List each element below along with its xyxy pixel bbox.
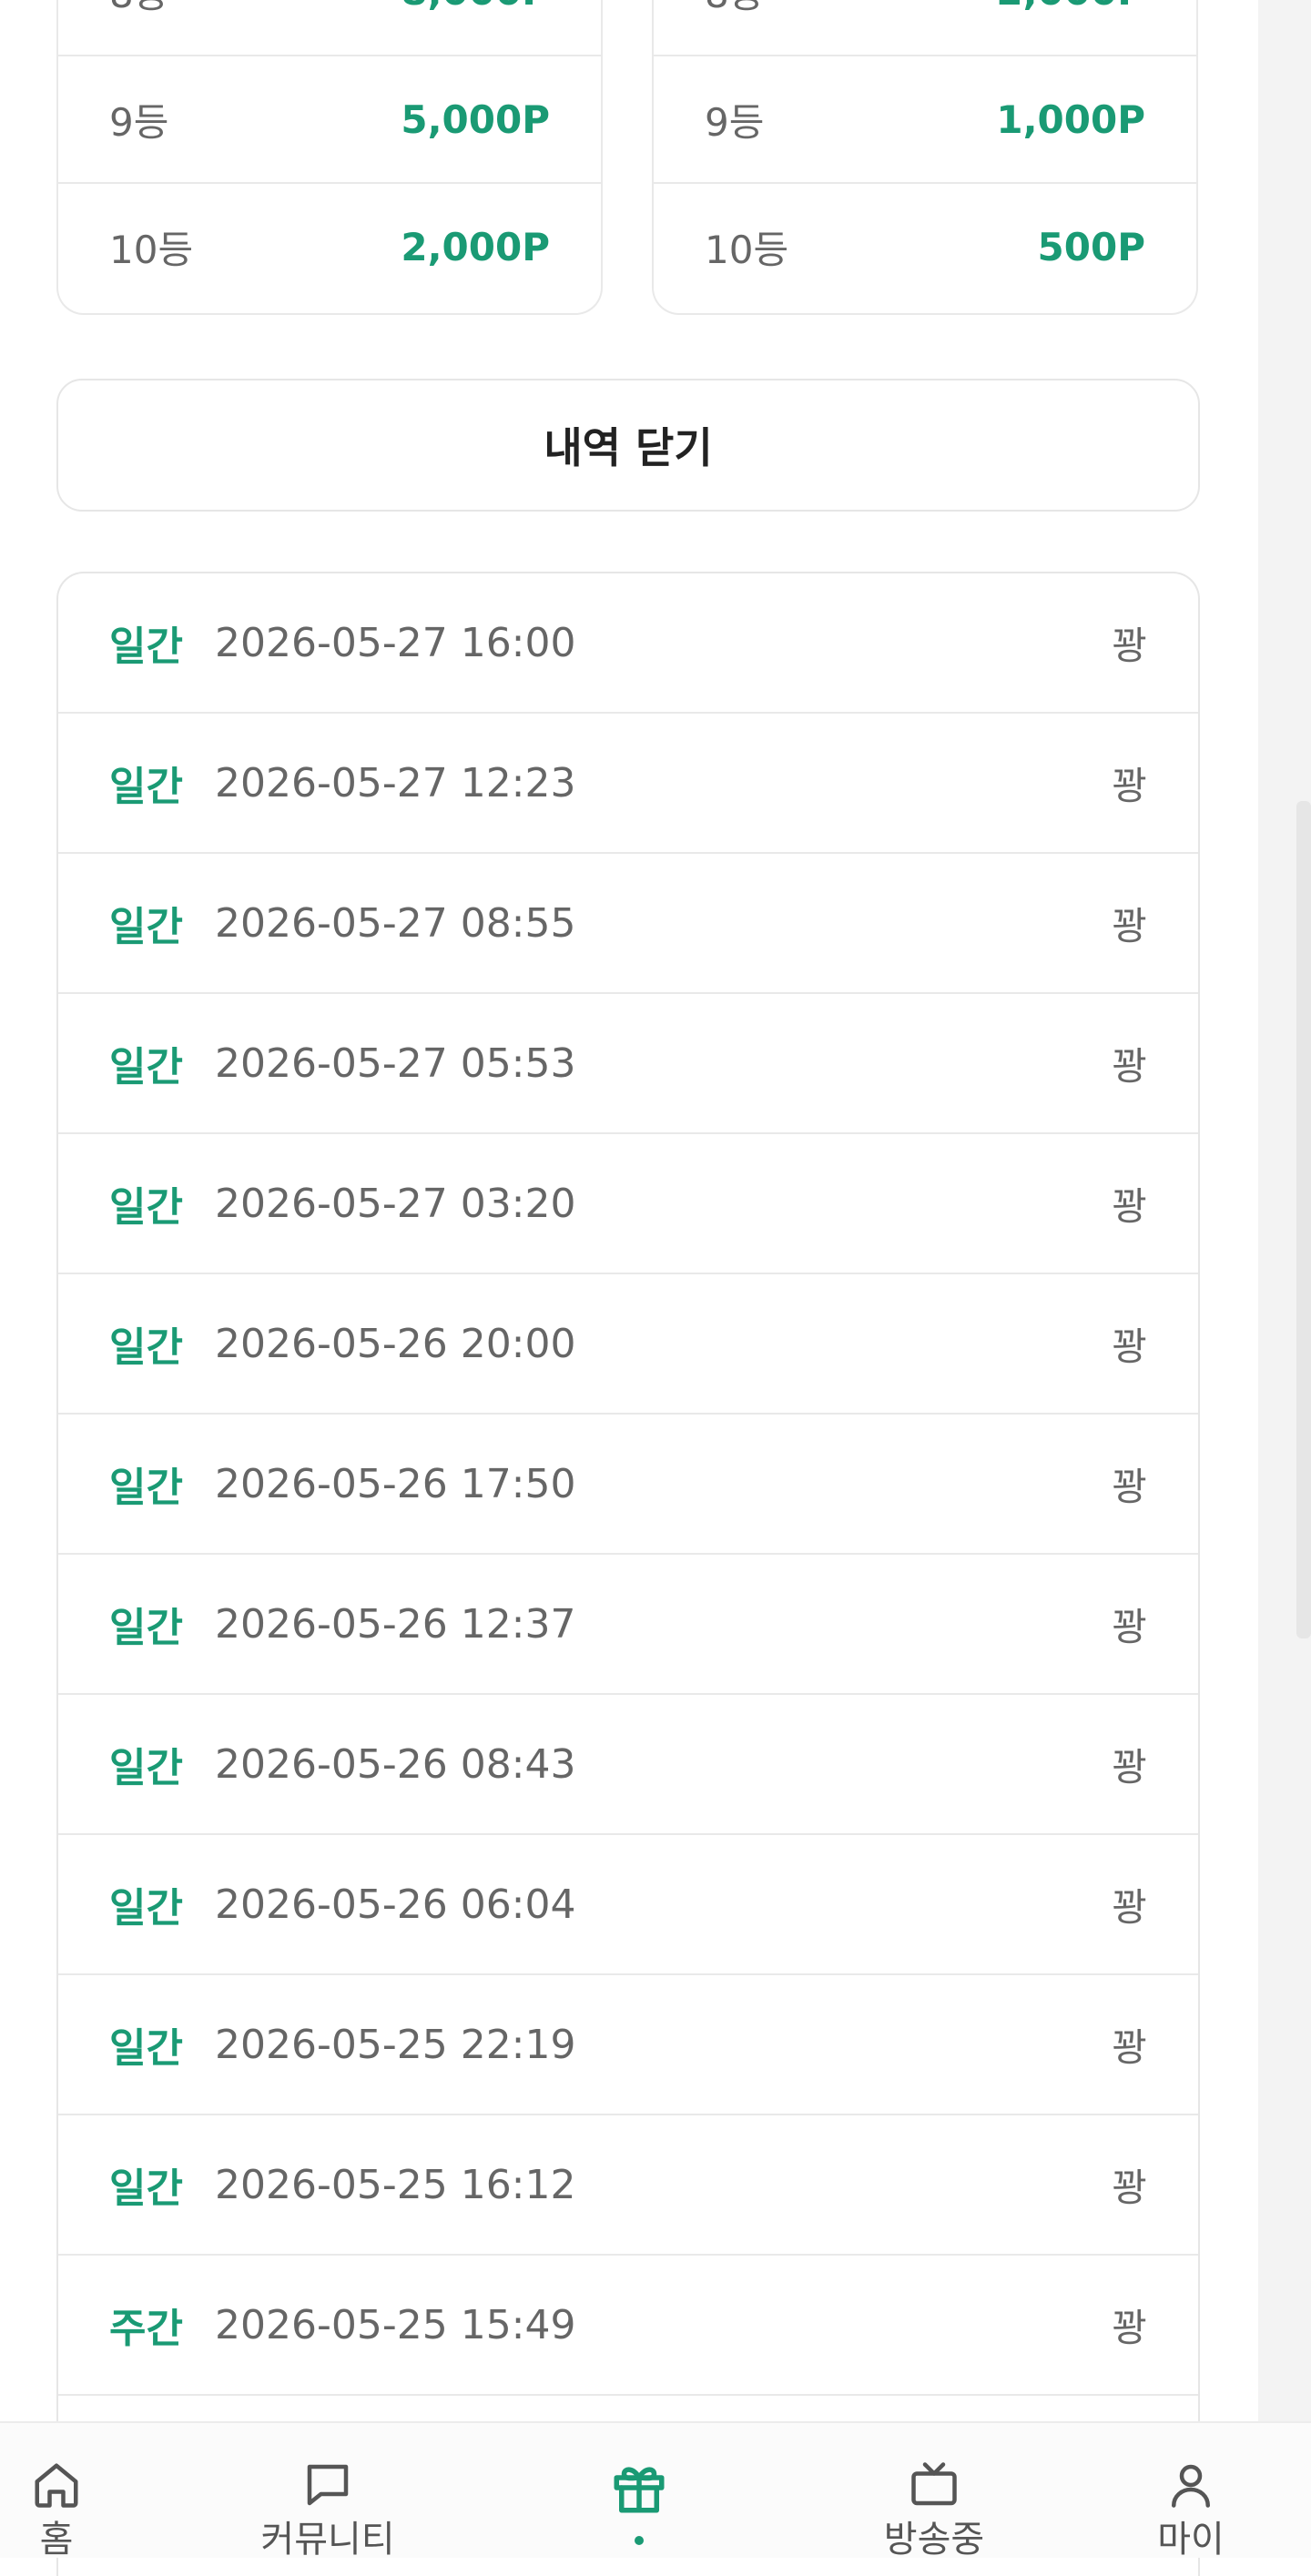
history-result: 꽝 xyxy=(1112,2305,1147,2350)
prize-row-9: 9등 1,000P xyxy=(654,55,1196,182)
prize-rank: 9등 xyxy=(109,99,169,145)
prize-table-left: 8등 8,000P 9등 5,000P 10등 2,000P xyxy=(56,0,603,315)
history-result: 꽝 xyxy=(1112,1744,1147,1790)
history-datetime: 2026-05-26 17:50 xyxy=(215,1460,576,1507)
history-datetime: 2026-05-26 06:04 xyxy=(215,1881,576,1928)
history-datetime: 2026-05-27 16:00 xyxy=(215,619,576,666)
scrollbar-thumb[interactable] xyxy=(1296,801,1311,1638)
history-type: 일간 xyxy=(109,1184,183,1231)
history-row: 일간 2026-05-26 08:43 꽝 xyxy=(58,1695,1198,1835)
history-row: 주간 2026-05-25 15:49 꽝 xyxy=(58,2256,1198,2396)
history-result: 꽝 xyxy=(1112,1323,1147,1369)
nav-label-community: 커뮤니티 xyxy=(260,2519,395,2561)
history-result: 꽝 xyxy=(1112,2024,1147,2070)
prize-rank: 10등 xyxy=(109,227,194,272)
prize-row-10: 10등 2,000P xyxy=(58,182,601,309)
prize-row-10: 10등 500P xyxy=(654,182,1196,309)
prize-points: 5,000P xyxy=(401,96,550,142)
nav-my[interactable]: 마이 xyxy=(1109,2423,1273,2558)
prize-row-8: 8등 2,000P xyxy=(654,0,1196,55)
prize-table-right: 8등 2,000P 9등 1,000P 10등 500P xyxy=(652,0,1198,315)
history-type: 일간 xyxy=(109,764,183,810)
history-result: 꽝 xyxy=(1112,1604,1147,1649)
prize-points: 1,000P xyxy=(996,96,1145,142)
nav-community[interactable]: 커뮤니티 xyxy=(246,2423,410,2558)
history-type: 일간 xyxy=(109,904,183,950)
prize-rank: 8등 xyxy=(705,0,764,19)
prize-points: 2,000P xyxy=(996,0,1145,14)
history-type: 일간 xyxy=(109,1745,183,1791)
nav-live[interactable]: 방송중 xyxy=(852,2423,1016,2558)
history-datetime: 2026-05-27 03:20 xyxy=(215,1180,576,1227)
tv-icon xyxy=(911,2462,957,2506)
history-type: 일간 xyxy=(109,1044,183,1090)
prize-points: 8,000P xyxy=(401,0,550,14)
history-datetime: 2026-05-25 16:12 xyxy=(215,2161,576,2208)
history-row: 일간 2026-05-27 03:20 꽝 xyxy=(58,1134,1198,1274)
history-type: 일간 xyxy=(109,2165,183,2212)
prize-rank: 10등 xyxy=(705,227,789,272)
history-row: 일간 2026-05-27 12:23 꽝 xyxy=(58,714,1198,854)
history-datetime: 2026-05-25 15:49 xyxy=(215,2301,576,2348)
history-row: 일간 2026-05-27 05:53 꽝 xyxy=(58,994,1198,1134)
history-row: 일간 2026-05-25 22:19 꽝 xyxy=(58,1975,1198,2115)
history-result: 꽝 xyxy=(1112,1183,1147,1229)
active-indicator-dot xyxy=(635,2536,644,2545)
bottom-navigation: 홈 커뮤니티 방송중 마이 xyxy=(0,2421,1311,2558)
history-type: 주간 xyxy=(109,2306,183,2352)
nav-gift[interactable] xyxy=(557,2423,721,2558)
history-result: 꽝 xyxy=(1112,623,1147,668)
history-result: 꽝 xyxy=(1112,903,1147,948)
history-type: 일간 xyxy=(109,1605,183,1651)
history-result: 꽝 xyxy=(1112,1043,1147,1089)
close-history-button[interactable]: 내역 닫기 xyxy=(56,379,1200,512)
history-type: 일간 xyxy=(109,1324,183,1371)
history-row: 일간 2026-05-27 08:55 꽝 xyxy=(58,854,1198,994)
prize-rank: 8등 xyxy=(109,0,168,19)
nav-label-home: 홈 xyxy=(39,2519,74,2561)
user-icon xyxy=(1172,2464,1210,2508)
home-icon xyxy=(35,2463,78,2508)
history-row: 일간 2026-05-27 16:00 꽝 xyxy=(58,573,1198,714)
history-datetime: 2026-05-25 22:19 xyxy=(215,2021,576,2068)
prize-row-8: 8등 8,000P xyxy=(58,0,601,55)
nav-label-live: 방송중 xyxy=(883,2519,985,2561)
prize-rank: 9등 xyxy=(705,99,765,145)
history-datetime: 2026-05-27 05:53 xyxy=(215,1040,576,1087)
nav-label-my: 마이 xyxy=(1157,2519,1225,2561)
history-type: 일간 xyxy=(109,1885,183,1932)
history-row: 일간 2026-05-26 06:04 꽝 xyxy=(58,1835,1198,1975)
prize-points: 2,000P xyxy=(401,224,550,269)
page-content: 8등 8,000P 9등 5,000P 10등 2,000P 8등 2,000P… xyxy=(0,0,1258,2576)
history-type: 일간 xyxy=(109,2025,183,2072)
history-datetime: 2026-05-27 08:55 xyxy=(215,899,576,947)
history-result: 꽝 xyxy=(1112,763,1147,808)
history-type: 일간 xyxy=(109,624,183,670)
prize-row-9: 9등 5,000P xyxy=(58,55,601,182)
nav-home[interactable]: 홈 xyxy=(0,2423,138,2558)
draw-history-list: 일간 2026-05-27 16:00 꽝 일간 2026-05-27 12:2… xyxy=(56,572,1200,2576)
history-row: 일간 2026-05-26 20:00 꽝 xyxy=(58,1274,1198,1415)
history-row: 일간 2026-05-26 12:37 꽝 xyxy=(58,1555,1198,1695)
prize-points: 500P xyxy=(1037,224,1145,269)
history-datetime: 2026-05-27 12:23 xyxy=(215,759,576,806)
history-type: 일간 xyxy=(109,1465,183,1511)
history-result: 꽝 xyxy=(1112,1884,1147,1930)
history-datetime: 2026-05-26 08:43 xyxy=(215,1740,576,1788)
history-row: 일간 2026-05-26 17:50 꽝 xyxy=(58,1415,1198,1555)
chat-icon xyxy=(307,2464,349,2506)
history-datetime: 2026-05-26 12:37 xyxy=(215,1600,576,1648)
gift-icon xyxy=(614,2467,665,2513)
history-result: 꽝 xyxy=(1112,1464,1147,1509)
history-row: 일간 2026-05-25 16:12 꽝 xyxy=(58,2115,1198,2256)
history-datetime: 2026-05-26 20:00 xyxy=(215,1320,576,1367)
history-result: 꽝 xyxy=(1112,2165,1147,2210)
